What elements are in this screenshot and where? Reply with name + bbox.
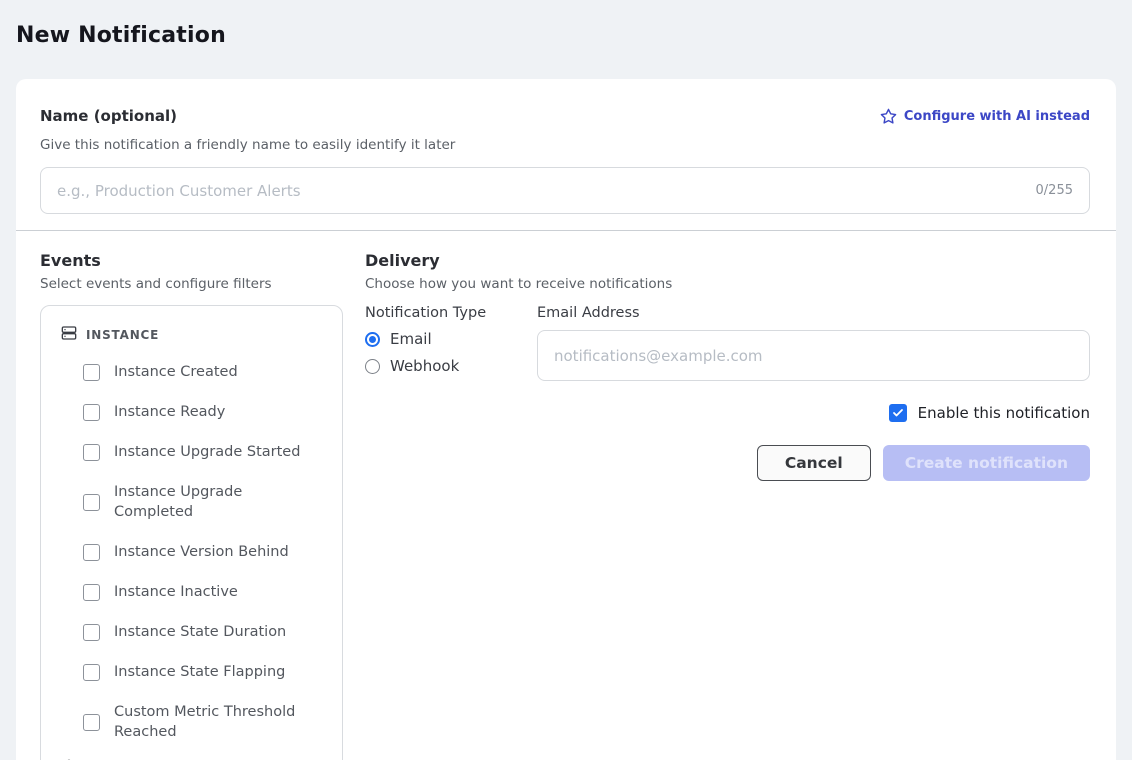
events-section: Events Select events and configure filte… — [40, 251, 343, 760]
name-section-heading: Name (optional) — [40, 107, 177, 125]
server-icon — [61, 325, 77, 345]
radio-option-label: Email — [390, 330, 432, 348]
event-item-label: Instance Ready — [114, 402, 225, 422]
name-section-description: Give this notification a friendly name t… — [40, 137, 1090, 153]
checkbox-unchecked[interactable] — [83, 664, 100, 681]
email-address-label: Email Address — [537, 305, 1090, 321]
checkbox-unchecked[interactable] — [83, 714, 100, 731]
checkbox-unchecked[interactable] — [83, 544, 100, 561]
enable-notification-toggle[interactable]: Enable this notification — [365, 404, 1090, 422]
events-heading: Events — [40, 251, 343, 270]
radio-option-email[interactable]: Email — [365, 330, 515, 348]
event-item-instance-inactive[interactable]: Instance Inactive — [83, 572, 326, 612]
event-group-label: INSTANCE — [86, 328, 159, 342]
event-item-instance-state-duration[interactable]: Instance State Duration — [83, 612, 326, 652]
event-item-instance-ready[interactable]: Instance Ready — [83, 392, 326, 432]
checkbox-unchecked[interactable] — [83, 494, 100, 511]
event-item-label: Instance Upgrade Started — [114, 442, 300, 462]
notification-type-label: Notification Type — [365, 305, 515, 321]
configure-with-ai-label: Configure with AI instead — [904, 109, 1090, 124]
email-input[interactable] — [554, 347, 1073, 365]
delivery-heading: Delivery — [365, 251, 1090, 270]
event-group-instance: INSTANCE — [61, 325, 326, 345]
event-item-label: Instance Inactive — [114, 582, 238, 602]
checkbox-unchecked[interactable] — [83, 624, 100, 641]
new-notification-card: Name (optional) Configure with AI instea… — [16, 79, 1116, 760]
name-input-container: 0/255 — [40, 167, 1090, 214]
event-item-instance-version-behind[interactable]: Instance Version Behind — [83, 532, 326, 572]
checkbox-checked-icon[interactable] — [889, 404, 907, 422]
delivery-description: Choose how you want to receive notificat… — [365, 276, 1090, 292]
event-item-label: Instance Version Behind — [114, 542, 289, 562]
events-description: Select events and configure filters — [40, 276, 343, 292]
events-list: INSTANCE Instance Created Instance Ready… — [40, 305, 343, 760]
event-item-instance-created[interactable]: Instance Created — [83, 352, 326, 392]
radio-option-label: Webhook — [390, 357, 459, 375]
page-title: New Notification — [16, 23, 1132, 48]
name-input[interactable] — [57, 182, 1026, 200]
configure-with-ai-link[interactable]: Configure with AI instead — [880, 108, 1090, 125]
event-item-instance-state-flapping[interactable]: Instance State Flapping — [83, 652, 326, 692]
radio-unselected-icon[interactable] — [365, 359, 380, 374]
checkbox-unchecked[interactable] — [83, 584, 100, 601]
create-notification-button[interactable]: Create notification — [883, 445, 1090, 481]
event-item-custom-metric-threshold[interactable]: Custom Metric Threshold Reached — [83, 692, 326, 752]
event-item-label: Custom Metric Threshold Reached — [114, 702, 319, 742]
checkbox-unchecked[interactable] — [83, 444, 100, 461]
event-item-label: Instance Created — [114, 362, 238, 382]
event-item-label: Instance State Duration — [114, 622, 286, 642]
event-item-instance-upgrade-completed[interactable]: Instance Upgrade Completed — [83, 472, 326, 532]
delivery-section: Delivery Choose how you want to receive … — [365, 251, 1090, 760]
star-icon — [880, 108, 897, 125]
event-item-label: Instance State Flapping — [114, 662, 285, 682]
radio-selected-icon[interactable] — [365, 332, 380, 347]
char-counter: 0/255 — [1036, 183, 1073, 198]
event-item-instance-upgrade-started[interactable]: Instance Upgrade Started — [83, 432, 326, 472]
enable-notification-label: Enable this notification — [918, 404, 1090, 422]
name-section: Name (optional) Configure with AI instea… — [16, 79, 1116, 230]
cancel-button[interactable]: Cancel — [757, 445, 871, 481]
radio-option-webhook[interactable]: Webhook — [365, 357, 515, 375]
event-item-label: Instance Upgrade Completed — [114, 482, 319, 522]
checkbox-unchecked[interactable] — [83, 404, 100, 421]
email-input-container — [537, 330, 1090, 381]
checkbox-unchecked[interactable] — [83, 364, 100, 381]
